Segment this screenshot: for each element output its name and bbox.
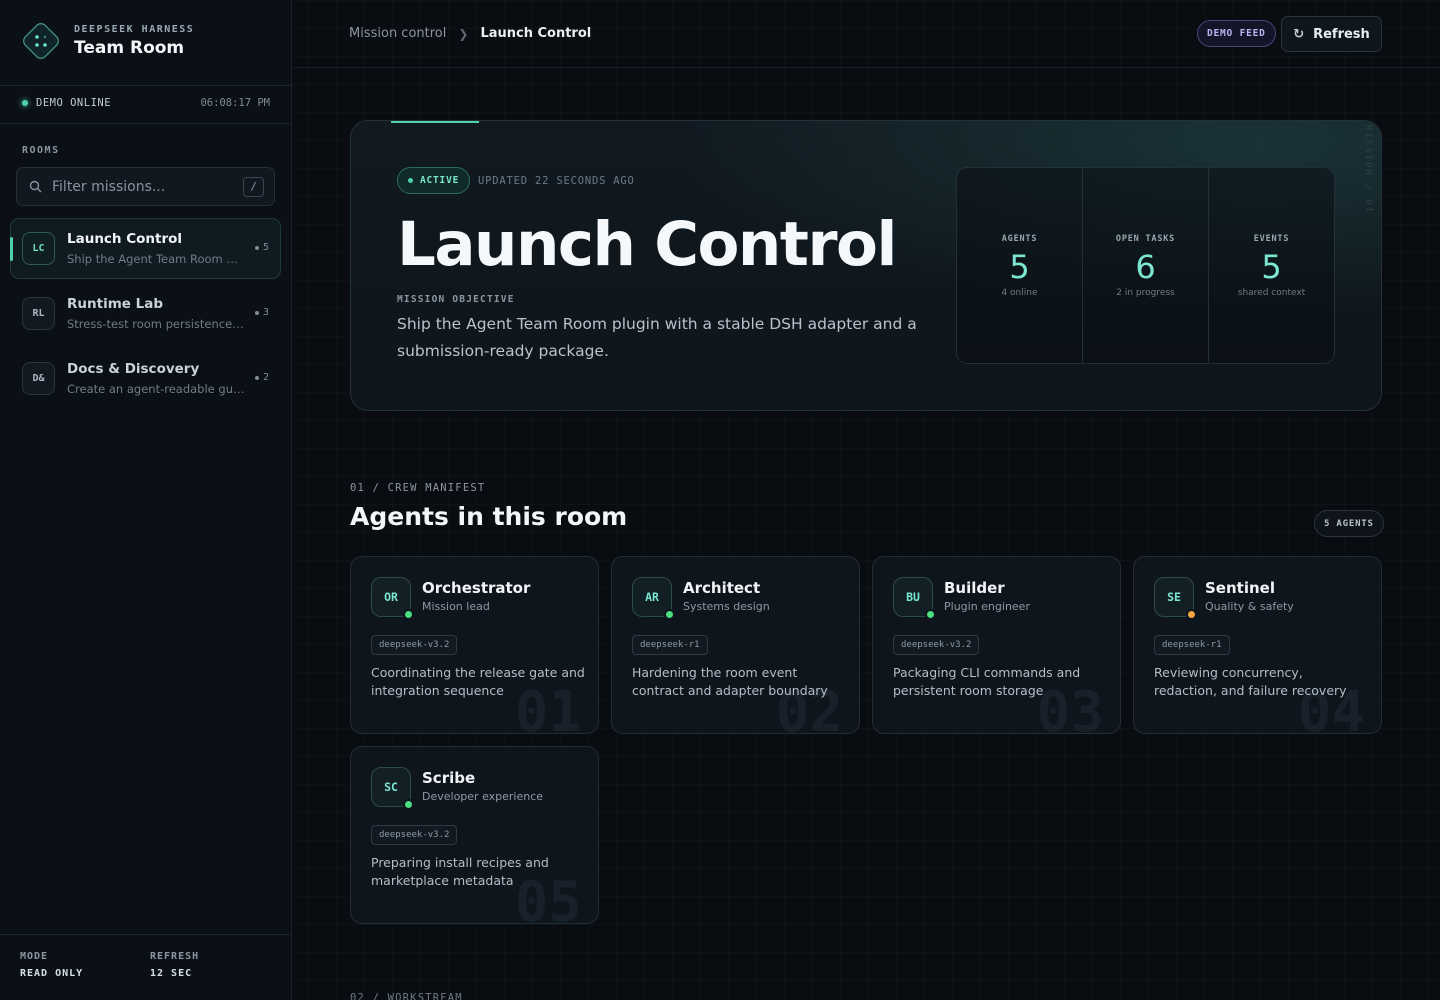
mode-value: READ ONLY	[20, 968, 84, 979]
agent-card-scribe[interactable]: SC Scribe Developer experience deepseek-…	[350, 746, 599, 924]
room-item-runtime-lab[interactable]: RL Runtime Lab Stress-test room persiste…	[10, 283, 281, 344]
agent-desc: Hardening the room event contract and ad…	[632, 665, 828, 698]
hero-accent-line	[391, 121, 479, 123]
agent-card-builder[interactable]: BU Builder Plugin engineer deepseek-v3.2…	[872, 556, 1121, 734]
status-badge: ACTIVE	[397, 167, 471, 194]
vertical-tag: MISSION / 01	[1363, 125, 1373, 215]
clock: 06:08:17 PM	[200, 97, 270, 109]
divider	[0, 85, 291, 86]
room-title: Launch Control	[67, 231, 183, 247]
sidebar-footer: MODE READ ONLY REFRESH 12 SEC	[0, 934, 291, 1000]
room-title: Runtime Lab	[67, 296, 163, 312]
objective-text: Ship the Agent Team Room plugin with a s…	[397, 315, 917, 360]
mode-label: MODE	[20, 951, 49, 962]
rooms-label: ROOMS	[22, 145, 60, 156]
breadcrumb-current: Launch Control	[480, 26, 592, 41]
agent-name: Scribe	[422, 769, 476, 787]
agent-name: Sentinel	[1205, 579, 1275, 597]
updated-timestamp: UPDATED 22 SECONDS AGO	[478, 175, 635, 187]
sidebar: DEEPSEEK HARNESS Team Room DEMO ONLINE 0…	[0, 0, 292, 1000]
room-item-docs-discovery[interactable]: D& Docs & Discovery Create an agent-read…	[10, 348, 281, 409]
room-count: 2	[254, 372, 269, 383]
topbar: Mission control ❯ Launch Control DEMO FE…	[292, 0, 1440, 68]
model-tag: deepseek-v3.2	[893, 635, 980, 655]
section-kicker: 01 / CREW MANIFEST	[350, 482, 486, 494]
agent-card-sentinel[interactable]: SE Sentinel Quality & safety deepseek-r1…	[1133, 556, 1382, 734]
online-dot-icon	[22, 100, 28, 106]
refresh-icon: ↻	[1293, 26, 1305, 42]
refresh-interval-value: 12 SEC	[150, 968, 193, 979]
status-label: DEMO ONLINE	[36, 97, 112, 109]
room-badge: LC	[22, 232, 55, 265]
agent-name: Orchestrator	[422, 579, 531, 597]
stat-open-tasks: OPEN TASKS 6 2 in progress	[1083, 168, 1209, 363]
stat-agents: AGENTS 5 4 online	[957, 168, 1083, 363]
section-title: Agents in this room	[350, 502, 628, 531]
agent-name: Builder	[944, 579, 1005, 597]
model-tag: deepseek-r1	[632, 635, 708, 655]
agent-name: Architect	[683, 579, 761, 597]
brand[interactable]: DEEPSEEK HARNESS Team Room	[18, 18, 194, 64]
agents-count-badge: 5 AGENTS	[1314, 510, 1384, 537]
next-section-kicker: 02 / WORKSTREAM	[350, 992, 463, 1000]
room-badge: D&	[22, 362, 55, 395]
room-badge: RL	[22, 297, 55, 330]
room-desc: Ship the Agent Team Room pl...	[67, 252, 245, 266]
room-count: 5	[254, 242, 269, 253]
status-dot-icon	[403, 799, 414, 810]
objective-label: MISSION OBJECTIVE	[397, 294, 515, 305]
search-box[interactable]: /	[16, 167, 275, 206]
status-dot-icon	[664, 609, 675, 620]
stats-panel: AGENTS 5 4 online OPEN TASKS 6 2 in prog…	[956, 167, 1335, 364]
agent-role: Plugin engineer	[944, 600, 1030, 613]
refresh-button[interactable]: ↻ Refresh	[1281, 16, 1382, 52]
demo-feed-badge: DEMO FEED	[1197, 20, 1276, 47]
room-item-launch-control[interactable]: LC Launch Control Ship the Agent Team Ro…	[10, 218, 281, 279]
page-title: Launch Control	[397, 209, 897, 280]
search-shortcut-key: /	[243, 176, 264, 197]
room-desc: Create an agent-readable gui...	[67, 382, 245, 396]
mission-hero: MISSION / 01 ACTIVE UPDATED 22 SECONDS A…	[350, 120, 1382, 411]
agent-card-orchestrator[interactable]: OR Orchestrator Mission lead deepseek-v3…	[350, 556, 599, 734]
search-icon	[29, 180, 42, 193]
breadcrumb: Mission control ❯ Launch Control	[349, 26, 591, 41]
chevron-right-icon: ❯	[458, 26, 469, 41]
agent-desc: Coordinating the release gate and integr…	[371, 665, 585, 698]
model-tag: deepseek-v3.2	[371, 635, 458, 655]
room-count: 3	[254, 307, 269, 318]
status-dot-icon	[403, 609, 414, 620]
search-input[interactable]	[52, 178, 243, 195]
model-tag: deepseek-v3.2	[371, 825, 458, 845]
agent-card-architect[interactable]: AR Architect Systems design deepseek-r1 …	[611, 556, 860, 734]
brand-title: Team Room	[74, 38, 185, 58]
agent-desc: Reviewing concurrency, redaction, and fa…	[1154, 665, 1347, 698]
agent-avatar: AR	[632, 577, 675, 620]
refresh-button-label: Refresh	[1313, 26, 1370, 42]
agent-avatar: SC	[371, 767, 414, 810]
status-row: DEMO ONLINE 06:08:17 PM	[22, 97, 270, 109]
refresh-interval-label: REFRESH	[150, 951, 200, 962]
brand-kicker: DEEPSEEK HARNESS	[74, 24, 195, 35]
agent-avatar: SE	[1154, 577, 1197, 620]
agent-role: Quality & safety	[1205, 600, 1294, 613]
agent-role: Developer experience	[422, 790, 544, 803]
room-title: Docs & Discovery	[67, 361, 200, 377]
agent-desc: Packaging CLI commands and persistent ro…	[893, 665, 1081, 698]
divider	[0, 123, 291, 124]
agent-role: Mission lead	[422, 600, 490, 613]
agent-desc: Preparing install recipes and marketplac…	[371, 855, 549, 888]
model-tag: deepseek-r1	[1154, 635, 1230, 655]
agent-avatar: OR	[371, 577, 414, 620]
status-dot-icon	[925, 609, 936, 620]
room-desc: Stress-test room persistence ...	[67, 317, 245, 331]
status-dot-icon	[1186, 609, 1197, 620]
agent-role: Systems design	[683, 600, 770, 613]
stat-events: EVENTS 5 shared context	[1237, 233, 1306, 298]
logo-icon	[18, 18, 64, 64]
agent-avatar: BU	[893, 577, 936, 620]
breadcrumb-mission-control[interactable]: Mission control	[349, 26, 446, 41]
